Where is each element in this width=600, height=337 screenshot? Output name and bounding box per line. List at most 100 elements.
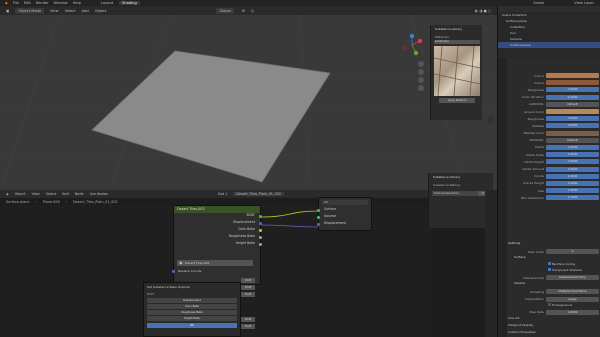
menu-add[interactable]: Add — [82, 9, 89, 13]
socket-replace-coords-icon[interactable] — [172, 270, 175, 273]
viewport-display-panel[interactable]: Viewport Display — [508, 323, 599, 330]
menu-help[interactable]: Help — [73, 1, 81, 5]
transform-orientation-dropdown[interactable]: Global — [216, 7, 234, 14]
popup-row-roughness-bake[interactable]: Roughness Bake — [147, 310, 237, 315]
property-value[interactable]: Default — [546, 101, 599, 107]
shading-mode-icons[interactable]: ◐ ◑ ● ○ — [475, 9, 491, 13]
socket-volume-icon[interactable] — [317, 216, 320, 219]
node-datablock-field[interactable]: Desert Tiles.002 — [177, 260, 253, 266]
property-value[interactable]: 0.0000 — [546, 87, 599, 93]
menu-select[interactable]: Select — [65, 9, 76, 13]
property-row: Roughness 0.0000 — [508, 86, 599, 93]
socket-roughness-icon[interactable] — [259, 236, 262, 239]
popup-row-height-bake[interactable]: Height Bake — [147, 316, 237, 321]
custom-properties-panel[interactable]: Custom Properties — [508, 330, 599, 337]
zoom-view-icon[interactable] — [418, 61, 424, 67]
color-swatch[interactable] — [546, 73, 599, 79]
popup-row-displacement[interactable]: Displacement — [147, 298, 237, 303]
node-editor-canvas[interactable]: Desert Tiles.002 BSDF Displacement Color… — [0, 173, 493, 337]
substance-baking-section[interactable]: Substance Baking — [429, 181, 493, 189]
pass-index-field[interactable]: 0 — [546, 249, 599, 255]
socket-height-icon[interactable] — [259, 243, 262, 246]
navigation-gizmo[interactable] — [400, 33, 424, 57]
property-value[interactable]: 0.0000 — [546, 123, 599, 129]
socket-displacement-icon[interactable] — [259, 222, 262, 225]
property-value[interactable]: 0.5000 — [546, 180, 599, 186]
sampling-dropdown[interactable]: Multiple Importance — [546, 289, 599, 295]
material-datablock-field[interactable]: Desert_Tiles_Plain_01_002 — [233, 192, 285, 196]
menu-view[interactable]: View — [50, 9, 59, 13]
node-menu-node[interactable]: Node — [75, 192, 84, 196]
property-value[interactable]: 0.5000 — [546, 166, 599, 172]
node-menu-view[interactable]: View — [32, 192, 40, 196]
properties-tabs[interactable] — [498, 58, 507, 337]
property-value[interactable]: 1.0000 — [546, 173, 599, 179]
substrates-dropdown[interactable]: Substrates — [434, 40, 480, 44]
node-title[interactable]: Desert Tiles.002 — [174, 206, 260, 213]
apply-material-button[interactable]: Apply Material — [439, 98, 475, 103]
bake-size-field[interactable]: 2048 — [241, 292, 255, 297]
perspective-toggle-icon[interactable] — [418, 85, 424, 91]
sampling-row: Sampling Multiple Importance — [508, 288, 599, 295]
step-rate-field[interactable]: 1.0000 — [546, 309, 599, 315]
slot-dropdown[interactable]: Slot 1 — [218, 192, 228, 196]
menu-window[interactable]: Window — [54, 1, 68, 5]
property-value[interactable]: 0.5000 — [546, 159, 599, 165]
menu-render[interactable]: Render — [36, 1, 49, 5]
bake-size-field[interactable]: 2048 — [241, 285, 255, 290]
node-menu-add[interactable]: Add — [62, 192, 69, 196]
sidebar-tab-strip[interactable] — [485, 190, 497, 337]
volume-title[interactable]: Volume — [508, 281, 599, 288]
settings-title[interactable]: Settings — [508, 241, 599, 248]
property-value[interactable]: 0.7000 — [546, 195, 599, 201]
node-object-dropdown[interactable]: Object — [15, 192, 26, 196]
socket-displacement-in-icon[interactable] — [317, 223, 320, 226]
property-value[interactable]: 1.0000 — [546, 188, 599, 194]
replace-coords-input: Replace Coords. — [178, 269, 203, 273]
editor-type-icon[interactable]: ▣ — [6, 9, 9, 13]
bake-size-field[interactable]: 2048 — [241, 324, 255, 329]
socket-surface-icon[interactable] — [317, 209, 320, 212]
interpolation-dropdown[interactable]: Linear — [546, 296, 599, 302]
property-value[interactable]: 0.2000 — [546, 94, 599, 100]
material-output-node[interactable]: All Surface Volume Displacement — [317, 197, 372, 231]
output-target-dropdown[interactable]: All — [322, 200, 368, 205]
surface-title[interactable]: Surface — [508, 255, 599, 262]
popup-ok-button[interactable]: OK — [147, 323, 237, 328]
line-art-panel[interactable]: Line Art — [508, 316, 599, 323]
proportional-edit-icon[interactable]: ◎ — [251, 9, 254, 13]
property-value[interactable]: 1.0000 — [546, 144, 599, 150]
popup-row-color-bake[interactable]: Color Bake — [147, 304, 237, 309]
desert-tiles-node[interactable]: Desert Tiles.002 BSDF Displacement Color… — [172, 205, 262, 285]
tab-shading[interactable]: Shading — [119, 1, 140, 5]
property-value[interactable]: Default — [546, 137, 599, 143]
pan-view-icon[interactable] — [418, 69, 424, 75]
view-layer-selector[interactable]: View Layer — [574, 1, 594, 5]
socket-color-icon[interactable] — [259, 229, 262, 232]
snap-icon[interactable]: ⊞ — [242, 9, 245, 13]
3d-viewport[interactable]: Substance Library Materials Substrates A… — [0, 15, 497, 190]
outliner-item-selected[interactable]: Surface plane — [498, 42, 600, 48]
use-nodes-checkbox[interactable]: Use Nodes — [90, 192, 108, 196]
displacement-method-dropdown[interactable]: Displacement Only — [546, 275, 599, 281]
property-value[interactable]: 1.0000 — [546, 152, 599, 158]
tab-layout[interactable]: Layout — [101, 1, 113, 5]
bake-size-field[interactable]: 2048 — [241, 278, 255, 283]
color-swatch[interactable] — [546, 109, 599, 115]
node-menu-select[interactable]: Select — [46, 192, 56, 196]
blender-logo-icon[interactable]: ◆ — [5, 1, 8, 5]
menu-edit[interactable]: Edit — [24, 1, 31, 5]
menu-file[interactable]: File — [13, 1, 19, 5]
color-swatch[interactable] — [546, 80, 599, 86]
material-thumbnail[interactable] — [433, 45, 481, 97]
camera-view-icon[interactable] — [418, 77, 424, 83]
object-mode-dropdown[interactable]: Object Mode — [15, 7, 45, 14]
color-swatch[interactable] — [546, 130, 599, 136]
panel-toggle-icon[interactable] — [488, 115, 494, 123]
socket-bsdf-icon[interactable] — [259, 215, 262, 218]
scene-selector[interactable]: Scene — [533, 1, 544, 5]
node-editor-type-icon[interactable]: ◈ — [6, 192, 9, 196]
menu-object[interactable]: Object — [95, 9, 107, 13]
property-value[interactable]: 0.5000 — [546, 116, 599, 122]
bake-size-field[interactable]: 2048 — [241, 317, 255, 322]
